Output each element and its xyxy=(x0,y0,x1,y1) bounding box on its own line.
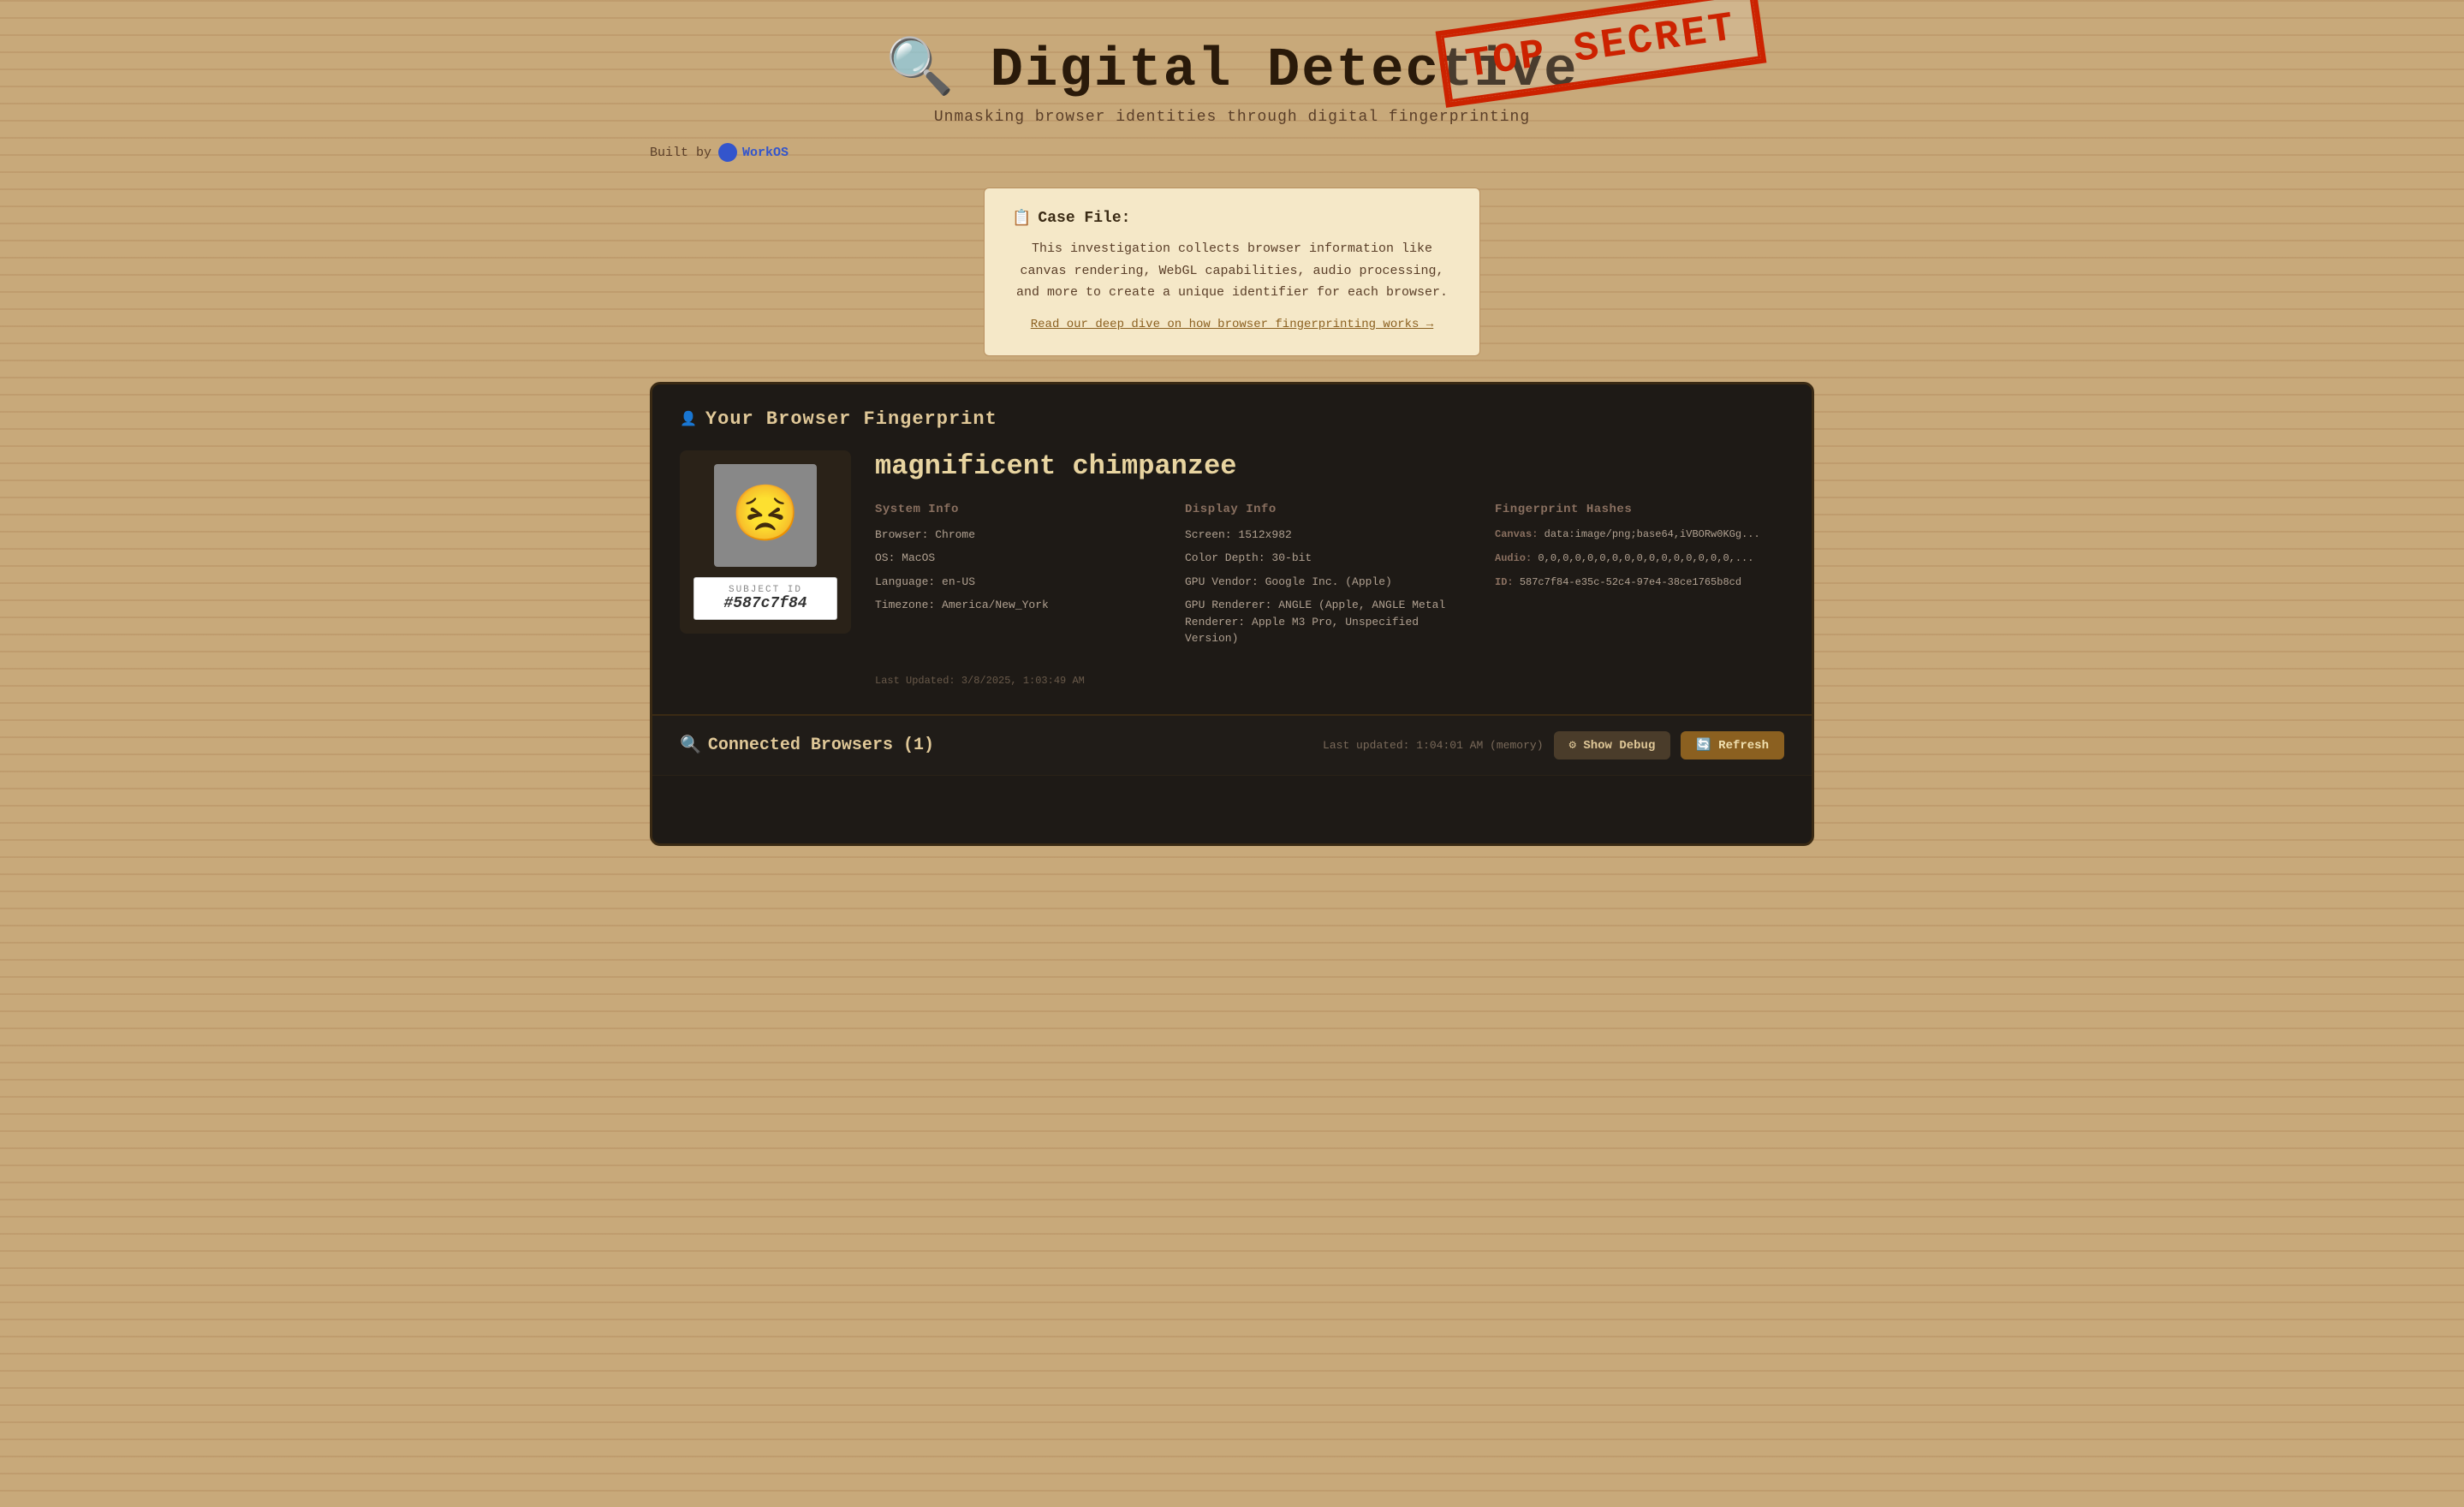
fingerprint-section-title: Your Browser Fingerprint xyxy=(705,408,997,430)
screen-info: Screen: 1512x982 xyxy=(1185,527,1474,544)
subject-id-label: SUBJECT ID xyxy=(705,585,826,595)
subject-id-card: SUBJECT ID #587c7f84 xyxy=(693,577,837,620)
system-info-header: System Info xyxy=(875,503,1164,516)
connected-title-text: Connected Browsers (1) xyxy=(708,736,934,755)
case-file-body: This investigation collects browser info… xyxy=(1012,238,1452,304)
display-info-group: Display Info Screen: 1512x982 Color Dept… xyxy=(1185,503,1474,654)
canvas-hash: Canvas: data:image/png;base64,iVBORw0KGg… xyxy=(1495,527,1784,542)
case-file-title-text: Case File: xyxy=(1038,210,1130,227)
last-updated: Last Updated: 3/8/2025, 1:03:49 AM xyxy=(875,675,1784,687)
built-by: Built by WorkOS xyxy=(650,143,1814,162)
language-info: Language: en-US xyxy=(875,574,1164,591)
header-subtitle: Unmasking browser identities through dig… xyxy=(650,109,1814,126)
gpu-renderer-info: GPU Renderer: ANGLE (Apple, ANGLE Metal … xyxy=(1185,597,1474,647)
id-hash: ID: 587c7f84-e35c-52c4-97e4-38ce1765b8cd xyxy=(1495,575,1784,590)
avatar: 😣 xyxy=(714,464,817,567)
browser-info: Browser: Chrome xyxy=(875,527,1164,544)
os-info: OS: MacOS xyxy=(875,550,1164,567)
refresh-button[interactable]: 🔄 Refresh xyxy=(1681,731,1784,759)
id-hash-value: 587c7f84-e35c-52c4-97e4-38ce1765b8cd xyxy=(1520,576,1741,588)
connected-last-updated: Last updated: 1:04:01 AM (memory) xyxy=(1323,739,1543,752)
header: 🔍 Digital Detective Unmasking browser id… xyxy=(650,0,1814,179)
color-depth-info: Color Depth: 30-bit xyxy=(1185,550,1474,567)
hashes-header: Fingerprint Hashes xyxy=(1495,503,1784,516)
dark-section: 👤 Your Browser Fingerprint 😣 SUBJECT ID … xyxy=(650,382,1814,846)
fingerprint-icon: 👤 xyxy=(680,410,697,427)
display-info-header: Display Info xyxy=(1185,503,1474,516)
built-by-label: Built by xyxy=(650,146,711,160)
info-columns: magnificent chimpanzee System Info Brows… xyxy=(875,450,1784,687)
case-file-box: 📋 Case File: This investigation collects… xyxy=(984,188,1480,356)
connected-bar: 🔍 Connected Browsers (1) Last updated: 1… xyxy=(652,714,1812,775)
workos-icon xyxy=(718,143,737,162)
timezone-info: Timezone: America/New_York xyxy=(875,597,1164,614)
browser-name: magnificent chimpanzee xyxy=(875,450,1784,482)
fingerprint-header: 👤 Your Browser Fingerprint xyxy=(680,408,1784,430)
connected-title: 🔍 Connected Browsers (1) xyxy=(680,734,934,756)
audio-hash-value: 0,0,0,0,0,0,0,0,0,0,0,0,0,0,0,0,... xyxy=(1538,552,1753,564)
connected-icon: 🔍 xyxy=(680,734,701,756)
id-card: 😣 SUBJECT ID #587c7f84 xyxy=(680,450,851,634)
audio-hash: Audio: 0,0,0,0,0,0,0,0,0,0,0,0,0,0,0,0,.… xyxy=(1495,551,1784,566)
info-grid: System Info Browser: Chrome OS: MacOS La… xyxy=(875,503,1784,654)
show-debug-button[interactable]: ⚙ Show Debug xyxy=(1554,731,1671,759)
case-file-title: 📋 Case File: xyxy=(1012,209,1452,228)
subject-id-value: #587c7f84 xyxy=(705,595,826,612)
workos-label: WorkOS xyxy=(742,146,789,160)
system-info-group: System Info Browser: Chrome OS: MacOS La… xyxy=(875,503,1164,654)
gpu-vendor-info: GPU Vendor: Google Inc. (Apple) xyxy=(1185,574,1474,591)
fingerprint-content: 😣 SUBJECT ID #587c7f84 magnificent chimp… xyxy=(680,450,1784,687)
case-file-icon: 📋 xyxy=(1012,209,1031,228)
connected-right: Last updated: 1:04:01 AM (memory) ⚙ Show… xyxy=(1323,731,1784,759)
fingerprint-panel: 👤 Your Browser Fingerprint 😣 SUBJECT ID … xyxy=(652,384,1812,714)
workos-logo: WorkOS xyxy=(718,143,789,162)
case-file-link[interactable]: Read our deep dive on how browser finger… xyxy=(1012,318,1452,331)
bottom-panel xyxy=(652,775,1812,843)
hashes-group: Fingerprint Hashes Canvas: data:image/pn… xyxy=(1495,503,1784,654)
canvas-hash-value: data:image/png;base64,iVBORw0KGg... xyxy=(1544,528,1760,540)
